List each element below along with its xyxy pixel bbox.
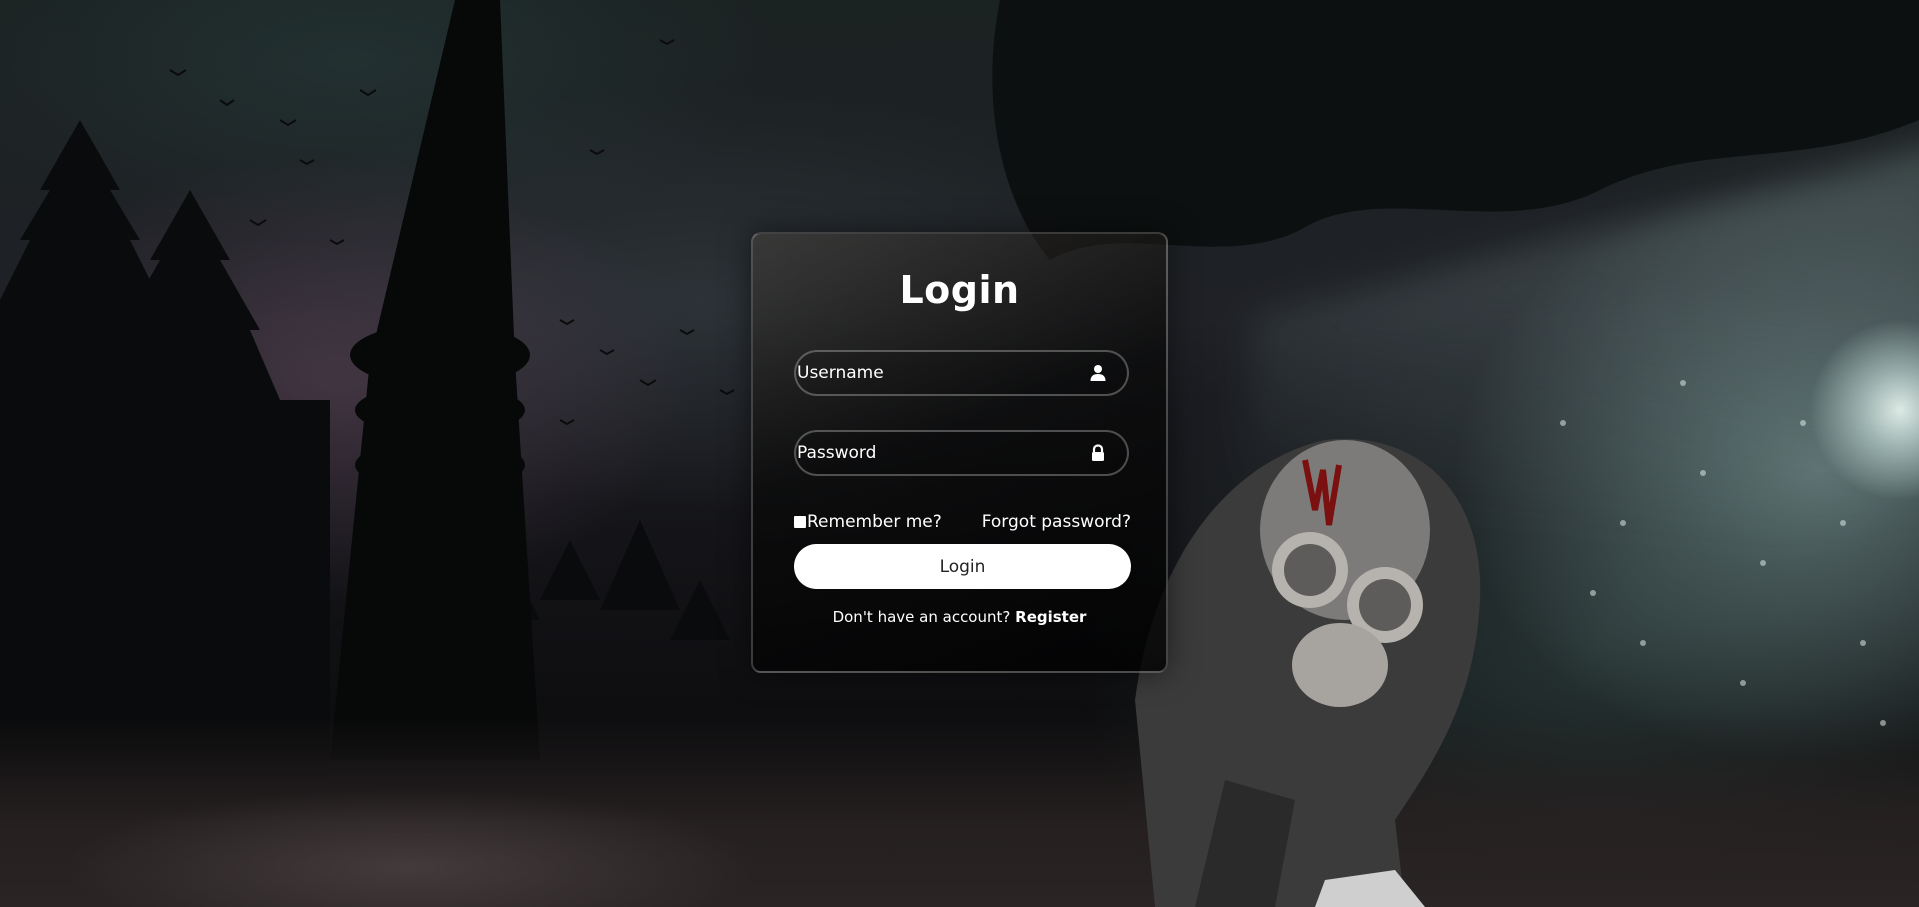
- register-link[interactable]: Register: [1015, 608, 1086, 626]
- password-field[interactable]: [794, 430, 1129, 476]
- register-prompt: Don't have an account?: [832, 608, 1011, 626]
- username-input[interactable]: [796, 352, 1067, 394]
- register-row: Don't have an account? Register: [753, 608, 1166, 626]
- login-card: Login Remember me? Forgot password? Logi…: [751, 232, 1168, 673]
- password-input[interactable]: [796, 432, 1067, 474]
- login-title: Login: [899, 268, 1020, 312]
- username-field[interactable]: [794, 350, 1129, 396]
- user-icon: [1090, 365, 1106, 381]
- remember-label: Remember me?: [807, 512, 942, 532]
- remember-me[interactable]: Remember me?: [794, 512, 942, 532]
- remember-row: Remember me? Forgot password?: [794, 512, 1131, 536]
- forgot-password-link[interactable]: Forgot password?: [982, 512, 1131, 532]
- login-button[interactable]: Login: [794, 544, 1131, 589]
- remember-checkbox[interactable]: [794, 516, 806, 528]
- lock-icon: [1092, 444, 1104, 461]
